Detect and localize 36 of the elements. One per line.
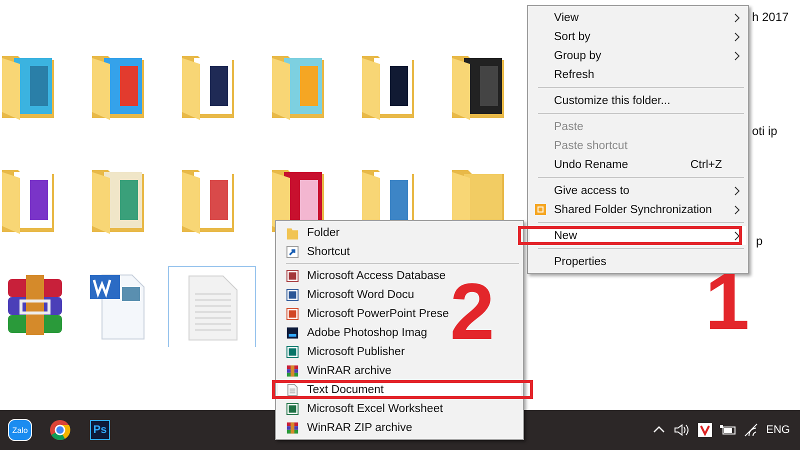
presentation-icon [286,306,299,320]
menu-item[interactable]: Refresh [530,65,746,84]
battery-icon[interactable] [720,423,736,437]
v-logo-icon[interactable] [698,423,712,437]
file-label: h 2017 [752,10,789,24]
browser-icon[interactable] [49,419,71,441]
photoshop-icon[interactable]: Ps [90,420,110,440]
menu-item[interactable]: View [530,8,746,27]
sync-icon [535,204,546,215]
chevron-right-icon [734,230,740,240]
text-document-icon [286,382,299,396]
archive-books-icon [286,364,299,378]
shortcut-icon [286,244,299,258]
publication-icon [286,344,299,358]
archive-books-icon [286,420,299,434]
menu-item[interactable]: Give access to [530,181,746,200]
menu-item[interactable]: Customize this folder... [530,91,746,110]
wifi-icon[interactable] [744,423,758,437]
menu-item[interactable]: Sort by [530,27,746,46]
shortcut-label: Ctrl+Z [690,158,722,170]
language-indicator[interactable]: ENG [766,424,790,436]
file-label: oti ip [752,124,778,138]
menu-item[interactable]: Microsoft Excel Worksheet [278,399,521,418]
speaker-icon[interactable] [674,423,690,437]
database-icon [286,268,299,282]
menu-item[interactable]: WinRAR ZIP archive [278,418,521,437]
file-label: p [756,234,763,248]
menu-item[interactable]: Shared Folder Synchronization [530,200,746,219]
menu-item[interactable]: Group by [530,46,746,65]
image-icon [286,326,299,340]
menu-item[interactable]: Shortcut [278,242,521,261]
menu-item[interactable]: WinRAR archive [278,361,521,380]
menu-item[interactable]: Folder [278,223,521,242]
spreadsheet-icon [286,402,299,416]
word-document-icon [286,288,299,302]
menu-item[interactable]: Undo Rename Ctrl+Z [530,155,746,174]
